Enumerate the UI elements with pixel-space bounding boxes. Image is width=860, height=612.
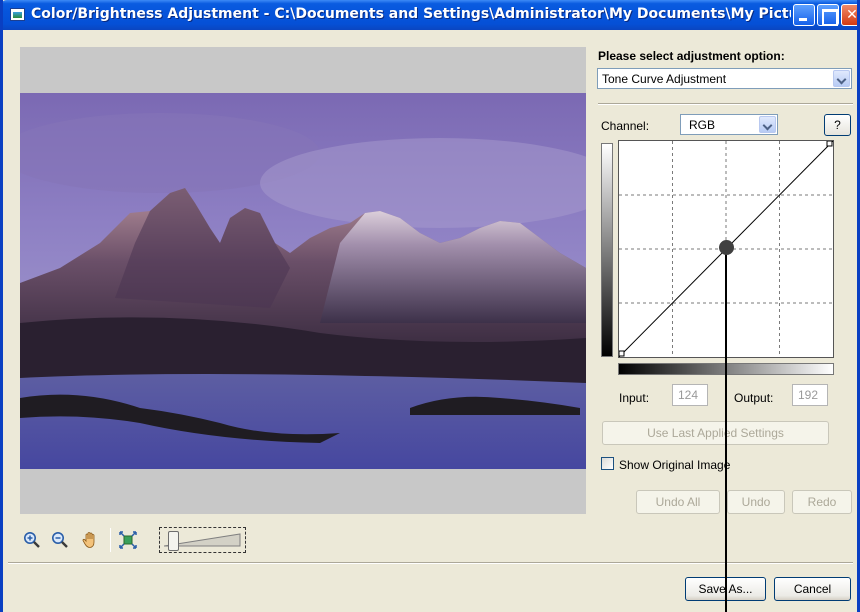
show-original-label[interactable]: Show Original Image: [619, 458, 730, 472]
annotation-pointer-line: [725, 248, 727, 612]
title-bar[interactable]: Color/Brightness Adjustment - C:\Documen…: [3, 0, 858, 30]
mountain-landscape-photo: [20, 93, 586, 469]
close-button[interactable]: ✕: [841, 4, 858, 26]
zoom-slider-thumb[interactable]: [168, 531, 179, 551]
minimize-button[interactable]: [793, 4, 815, 26]
channel-value: RGB: [689, 118, 716, 132]
undo-button[interactable]: Undo: [727, 490, 785, 514]
adjustment-option-value: Tone Curve Adjustment: [602, 72, 727, 86]
help-button[interactable]: ?: [824, 114, 851, 136]
fit-to-window-icon[interactable]: [119, 531, 137, 549]
app-icon: [10, 8, 25, 21]
chevron-down-icon[interactable]: [759, 116, 776, 133]
undo-all-button[interactable]: Undo All: [636, 490, 720, 514]
output-field[interactable]: 192: [792, 384, 828, 406]
zoom-in-icon[interactable]: [23, 531, 41, 549]
toolbar-separator: [110, 528, 111, 552]
curve-endpoint-handle[interactable]: [618, 350, 625, 357]
preview-photo: [20, 93, 586, 469]
adjustment-option-select[interactable]: Tone Curve Adjustment: [597, 68, 852, 89]
curve-endpoint-handle[interactable]: [826, 140, 833, 147]
adjustment-window: Color/Brightness Adjustment - C:\Documen…: [0, 0, 860, 612]
channel-select[interactable]: RGB: [680, 114, 778, 135]
use-last-applied-button[interactable]: Use Last Applied Settings: [602, 421, 829, 445]
curve-control-point[interactable]: [719, 240, 734, 255]
channel-label: Channel:: [601, 119, 650, 133]
zoom-slider[interactable]: [159, 527, 246, 553]
hand-icon[interactable]: [81, 531, 99, 549]
cancel-button[interactable]: Cancel: [774, 577, 851, 601]
tone-curve-editor[interactable]: [601, 140, 837, 380]
zoom-out-icon[interactable]: [51, 531, 69, 549]
close-icon: ✕: [846, 7, 858, 23]
show-original-checkbox[interactable]: [601, 457, 614, 470]
output-gradient-bar: [601, 143, 613, 357]
input-field[interactable]: 124: [672, 384, 708, 406]
redo-button[interactable]: Redo: [792, 490, 852, 514]
input-label: Input:: [619, 391, 650, 405]
maximize-button[interactable]: [817, 4, 839, 26]
output-label: Output:: [734, 391, 774, 405]
image-preview-area[interactable]: [20, 47, 586, 514]
panel-divider: [598, 103, 853, 105]
chevron-down-icon[interactable]: [833, 70, 850, 87]
adjustment-option-label: Please select adjustment option:: [598, 49, 785, 63]
window-title: Color/Brightness Adjustment - C:\Documen…: [31, 6, 791, 22]
